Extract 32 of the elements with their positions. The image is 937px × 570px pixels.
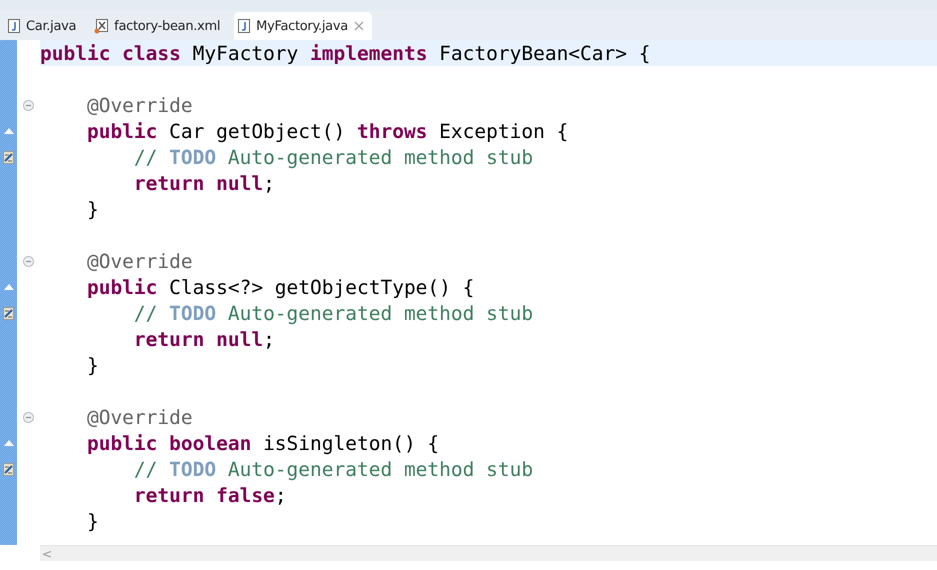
code-line: } — [86, 510, 99, 532]
override-triangle-icon — [4, 128, 14, 134]
code-line: @Override — [86, 94, 193, 116]
override-triangle-icon — [4, 440, 14, 446]
code-line: } — [86, 198, 99, 220]
code-line: // TODO Auto-generated method stub — [132, 146, 534, 168]
editor-tab[interactable]: MyFactory.java — [234, 12, 372, 40]
code-line: public Car getObject() throws Exception { — [86, 120, 568, 142]
code-line: public class MyFactory implements FactoryBean<Car> { — [40, 42, 650, 64]
java-file-icon — [238, 19, 250, 33]
java-file-icon — [8, 19, 20, 33]
xml-file-icon — [94, 18, 108, 34]
code-line: @Override — [86, 250, 193, 272]
code-line: return false; — [132, 484, 287, 506]
task-icon — [3, 462, 14, 476]
code-line: @Override — [86, 406, 193, 428]
code-line: public boolean isSingleton() { — [86, 432, 440, 454]
fold-collapse-icon[interactable] — [23, 256, 34, 266]
code-line: return null; — [132, 328, 275, 350]
fold-collapse-icon[interactable] — [23, 100, 34, 110]
editor-tab[interactable]: Car.java — [4, 12, 90, 40]
code-line: } — [86, 354, 99, 376]
close-icon[interactable] — [354, 21, 364, 31]
override-triangle-icon — [4, 284, 14, 290]
code-line: // TODO Auto-generated method stub — [132, 458, 534, 480]
fold-collapse-icon[interactable] — [23, 412, 34, 422]
code-line: public Class<?> getObjectType() { — [86, 276, 474, 298]
code-line: // TODO Auto-generated method stub — [132, 302, 534, 324]
code-line: return null; — [132, 172, 275, 194]
editor-tab[interactable]: factory-bean.xml — [90, 12, 234, 40]
task-icon — [3, 306, 14, 320]
task-icon — [3, 150, 14, 164]
